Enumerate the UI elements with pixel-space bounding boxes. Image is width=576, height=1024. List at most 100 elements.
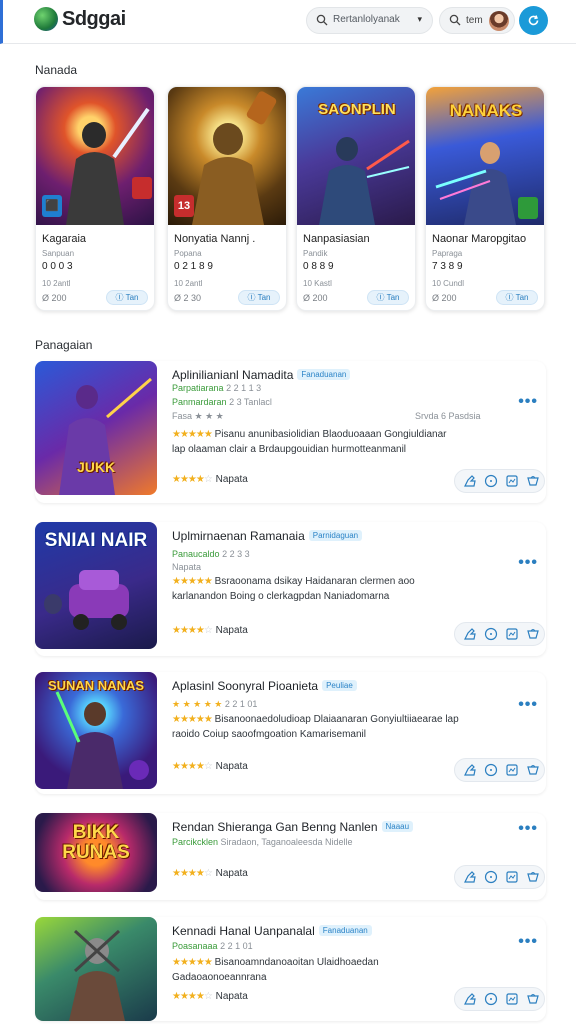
info-chip[interactable]: Ⓘ Tan (238, 290, 280, 305)
cart-icon[interactable] (526, 474, 540, 488)
info-icon[interactable] (484, 992, 498, 1006)
calendar-icon[interactable] (505, 474, 519, 488)
app-logo-icon[interactable] (34, 7, 58, 31)
search-dropdown-icon[interactable]: ▾ (417, 14, 422, 25)
like-icon[interactable] (463, 763, 477, 777)
game-count: Ø 200 (42, 293, 67, 303)
game-thumbnail: BIKK RUNAS (35, 813, 157, 892)
game-publisher: Pandik (303, 249, 328, 258)
list-item[interactable]: Kennadi Hanal Uanpanalal Fanaduanan Poasa… (35, 917, 546, 1021)
info-icon[interactable] (484, 474, 498, 488)
game-publisher: Poasanaaa 2 2 1 01 (172, 941, 253, 951)
info-icon[interactable] (484, 763, 498, 777)
user-menu-label: tem (466, 15, 483, 26)
age-badge: 13 (174, 195, 194, 217)
hero-figure-icon (55, 691, 149, 789)
game-art: ⬛ (36, 87, 154, 225)
calendar-icon[interactable] (505, 627, 519, 641)
game-art: 13 (168, 87, 286, 225)
cart-icon[interactable] (526, 763, 540, 777)
info-icon[interactable] (484, 870, 498, 884)
star-rating: ★★★★☆ Napata (172, 991, 248, 1002)
game-publisher: Sanpuan (42, 249, 75, 258)
calendar-icon[interactable] (505, 992, 519, 1006)
game-price: 7 3 8 9 (432, 261, 463, 272)
action-bar (454, 622, 545, 646)
game-rating-label: Fasa ★ ★ ★ (172, 411, 224, 421)
game-name: Kagaraia (42, 233, 87, 245)
game-title: Uplmirnaenan Ramanaia Parnidaguan (172, 529, 363, 543)
info-chip[interactable]: Ⓘ Tan (106, 290, 148, 305)
game-publisher: Parcikcklen Siradaon, Taganoaleesda Nide… (172, 837, 353, 847)
hero-figure-icon (319, 137, 410, 225)
star-rating: ★★★★☆ Napata (172, 474, 248, 485)
genre-tag: Fanaduanan (318, 925, 372, 936)
list-item[interactable]: JUKK Aplinilianianl Namadita Fanaduanan P… (35, 361, 546, 503)
featured-section-title: Nanada (35, 63, 78, 77)
avatar[interactable] (489, 11, 509, 31)
game-title: Rendan Shieranga Gan Benng Nanlen Naaau (172, 820, 414, 834)
more-options-icon[interactable]: ••• (518, 933, 538, 951)
more-options-icon[interactable]: ••• (518, 393, 538, 411)
game-thumbnail (35, 917, 157, 1021)
featured-card[interactable]: NANAKS Naonar Maropgitao Papraga 7 3 8 9… (425, 86, 545, 311)
star-rating: ★★★★☆ Napata (172, 625, 248, 636)
game-category: Napata (172, 562, 202, 572)
game-price: 0 8 8 9 (303, 261, 334, 272)
like-icon[interactable] (463, 474, 477, 488)
genre-tag: Parnidaguan (308, 530, 363, 541)
star-rating: ★★★★☆ Napata (172, 761, 248, 772)
game-publisher: ★ ★ ★ ★ ★ 2 2 1 01 (172, 699, 258, 709)
like-icon[interactable] (463, 870, 477, 884)
game-description: ★★★★★ Bisanoamndanoaoitan Ulaidhoaedan G… (172, 957, 379, 983)
list-item[interactable]: SNIAI NAIR Uplmirnaenan Ramanaia Parnidag… (35, 522, 546, 656)
list-item[interactable]: BIKK RUNAS Rendan Shieranga Gan Benng Na… (35, 813, 546, 900)
like-icon[interactable] (463, 627, 477, 641)
rating-badge: ⬛ (42, 195, 62, 217)
action-bar (454, 758, 545, 782)
search-icon (316, 14, 328, 26)
game-art: SAONPLIN (297, 87, 415, 225)
game-name: Naonar Maropgitao (432, 233, 527, 245)
age-badge (518, 197, 538, 219)
like-icon[interactable] (463, 992, 477, 1006)
info-chip[interactable]: Ⓘ Tan (367, 290, 409, 305)
genre-tag: Fanaduanan (297, 369, 351, 380)
featured-card[interactable]: ⬛ Kagaraia Sanpuan 0 0 0 3 10 2antl Ø 20… (35, 86, 155, 311)
game-description: ★★★★★ Pisanu anunibasiolidian Blaoduoaaa… (172, 429, 447, 455)
genre-tag: Peuliae (322, 680, 357, 691)
list-item[interactable]: SUNAN NANAS Aplasinl Soonyral Pioanieta P… (35, 672, 546, 794)
info-icon[interactable] (484, 627, 498, 641)
cart-icon[interactable] (526, 870, 540, 884)
user-menu[interactable]: tem (439, 7, 515, 34)
search-placeholder: Rertanlolyanak (333, 14, 400, 25)
calendar-icon[interactable] (505, 870, 519, 884)
featured-card[interactable]: 13 Nonyatia Nannj . Popana 0 2 1 8 9 10 … (167, 86, 287, 311)
featured-card[interactable]: SAONPLIN Nanpasiasian Pandik 0 8 8 9 10 … (296, 86, 416, 311)
more-options-icon[interactable]: ••• (518, 696, 538, 714)
refresh-icon (528, 15, 539, 26)
top-app-bar: Sdggai Rertanlolyanak ▾ tem (0, 0, 576, 44)
game-name: Nonyatia Nannj . (174, 233, 256, 245)
game-count: Ø 200 (432, 293, 457, 303)
age-badge (132, 177, 152, 199)
calendar-icon[interactable] (505, 763, 519, 777)
hero-figure-icon (69, 929, 125, 1021)
cart-icon[interactable] (526, 627, 540, 641)
game-title: Aplasinl Soonyral Pioanieta Peuliae (172, 679, 357, 693)
game-description: ★★★★★ Bsraoonama dsikay Haidanaran clerm… (172, 576, 415, 602)
game-title: Kennadi Hanal Uanpanalal Fanaduanan (172, 924, 372, 938)
more-options-icon[interactable]: ••• (518, 554, 538, 572)
info-chip[interactable]: Ⓘ Tan (496, 290, 538, 305)
more-options-icon[interactable]: ••• (518, 820, 538, 838)
search-box[interactable]: Rertanlolyanak ▾ (306, 7, 433, 34)
game-description: ★★★★★ Bisanoonaedoludioap Dlaiaanaran Go… (172, 714, 459, 740)
game-thumbnail: JUKK (35, 361, 157, 495)
game-publisher: Papraga (432, 249, 463, 258)
game-price: 0 0 0 3 (42, 261, 73, 272)
refresh-button[interactable] (519, 6, 548, 35)
cart-icon[interactable] (526, 992, 540, 1006)
game-meta: 10 2antl (42, 279, 71, 288)
game-title: Aplinilianianl Namadita Fanaduanan (172, 368, 351, 382)
vehicle-icon (44, 570, 129, 630)
